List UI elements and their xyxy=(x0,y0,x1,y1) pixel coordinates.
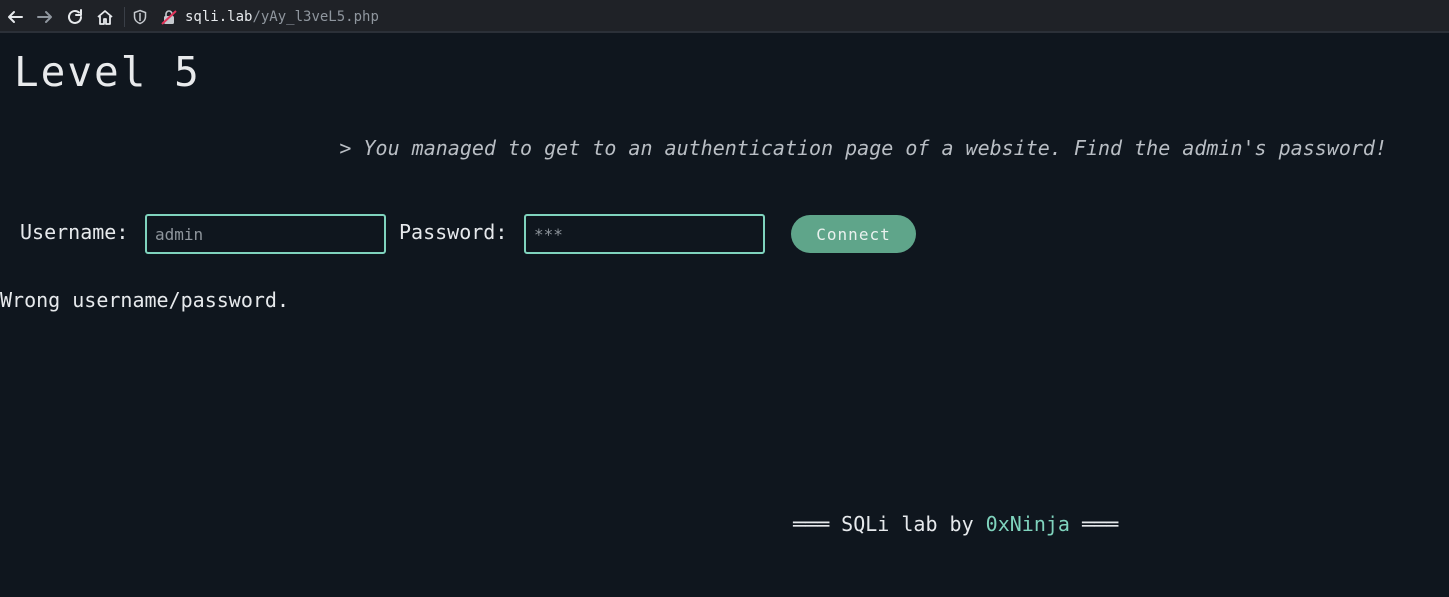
home-button[interactable] xyxy=(92,4,118,30)
back-button[interactable] xyxy=(2,4,28,30)
arrow-left-icon xyxy=(8,11,23,23)
home-icon xyxy=(97,10,113,25)
username-label: Username: xyxy=(20,220,129,244)
reload-icon xyxy=(68,9,82,24)
browser-toolbar: sqli.lab/yAy_l3veL5.php xyxy=(0,0,1449,33)
forward-button[interactable] xyxy=(32,4,58,30)
insecure-lock-icon[interactable] xyxy=(161,9,177,25)
footer-author: 0xNinja xyxy=(985,512,1070,536)
password-label: Password: xyxy=(399,220,508,244)
url-text[interactable]: sqli.lab/yAy_l3veL5.php xyxy=(185,9,379,25)
arrow-right-icon xyxy=(37,11,52,23)
toolbar-separator xyxy=(124,7,125,27)
url-domain: sqli.lab xyxy=(185,9,253,25)
login-form: Username: Password: Connect xyxy=(0,214,1000,254)
url-bar[interactable]: sqli.lab/yAy_l3veL5.php xyxy=(128,4,1444,30)
url-path: /yAy_l3veL5.php xyxy=(252,9,379,25)
error-message: Wrong username/password. xyxy=(0,288,289,312)
footer-prefix: ═══ SQLi lab by xyxy=(793,512,986,536)
footer-credit: ═══ SQLi lab by 0xNinja ═══ xyxy=(793,512,1118,536)
shield-icon[interactable] xyxy=(132,9,148,25)
footer-suffix: ═══ xyxy=(1069,512,1119,536)
page-title: Level 5 xyxy=(14,48,201,96)
username-input[interactable] xyxy=(145,214,386,254)
connect-button[interactable]: Connect xyxy=(791,215,916,253)
challenge-description: > You managed to get to an authenticatio… xyxy=(339,136,1387,160)
reload-button[interactable] xyxy=(62,4,88,30)
password-input[interactable] xyxy=(524,214,765,254)
